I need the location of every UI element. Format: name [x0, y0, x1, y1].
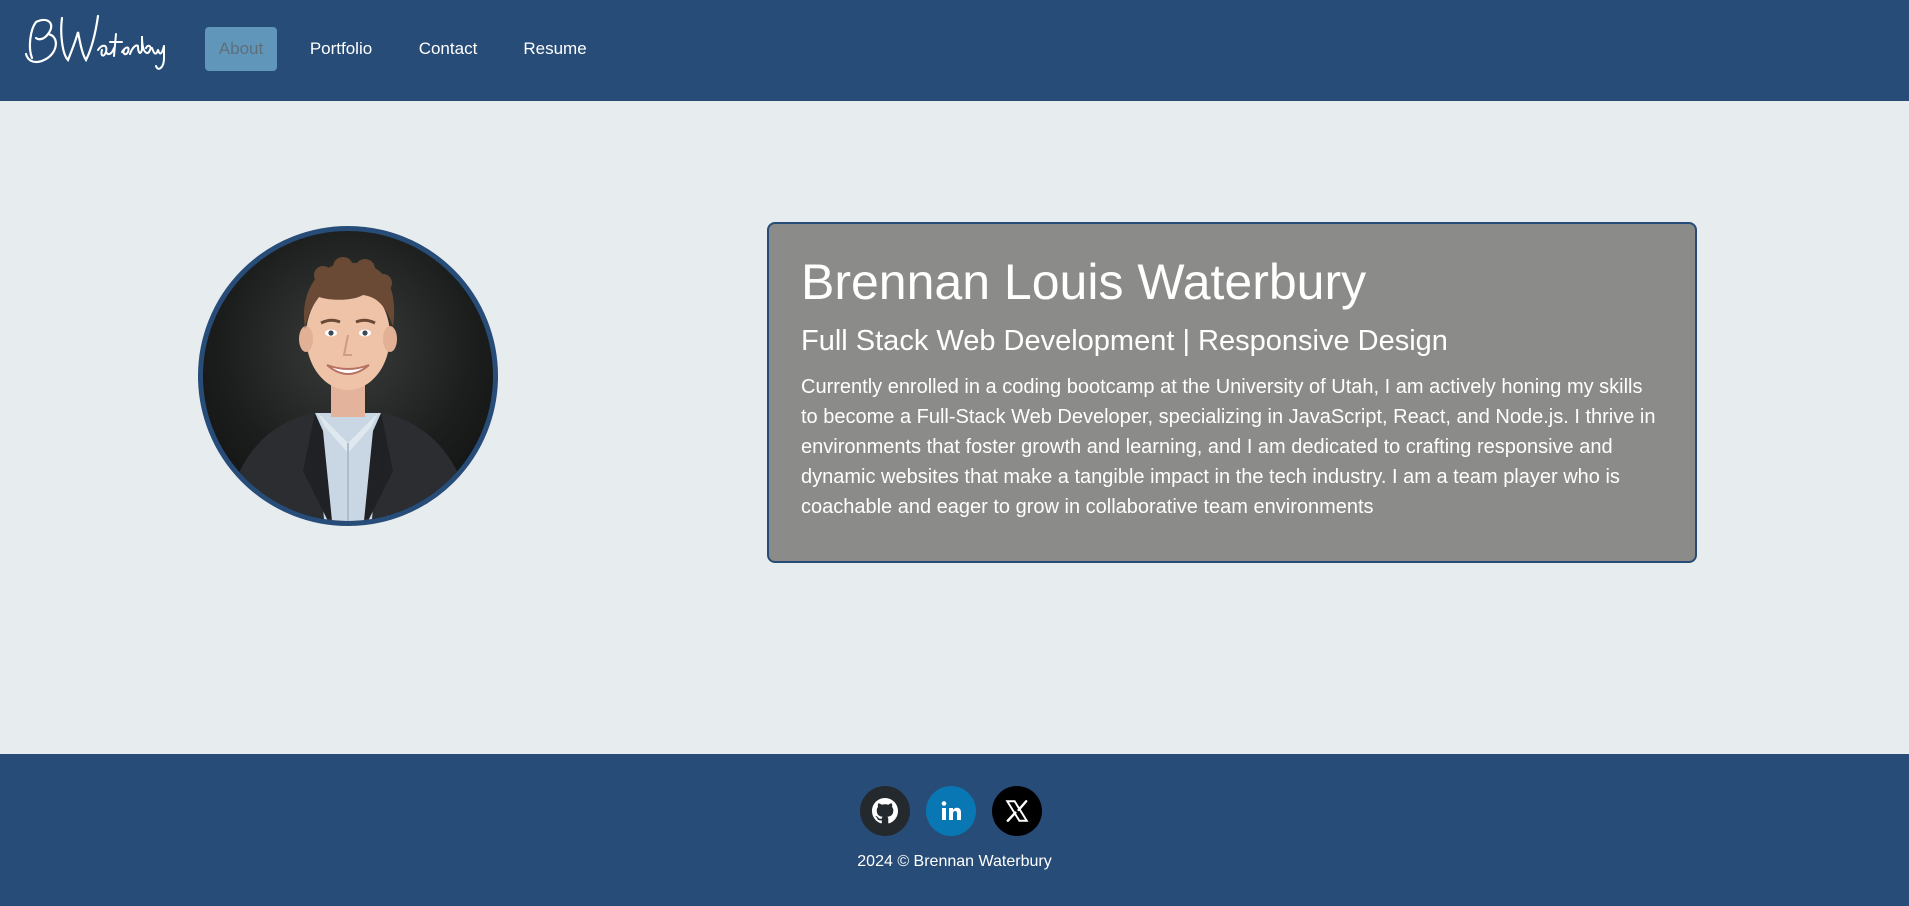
profile-bio: Currently enrolled in a coding bootcamp …	[801, 376, 1656, 518]
github-icon	[872, 798, 898, 824]
copyright-text: 2024 © Brennan Waterbury	[857, 853, 1052, 870]
nav-about[interactable]: About	[205, 27, 277, 71]
profile-name: Brennan Louis Waterbury	[801, 254, 1367, 310]
nav-contact[interactable]: Contact	[404, 27, 492, 71]
x-icon	[1005, 800, 1029, 822]
nav-portfolio[interactable]: Portfolio	[300, 27, 382, 71]
x-link[interactable]	[992, 786, 1042, 836]
linkedin-icon	[941, 801, 961, 820]
brand-logo[interactable]	[18, 10, 193, 76]
about-card: Brennan Louis Waterbury Full Stack Web D…	[767, 222, 1697, 563]
profile-tagline: Full Stack Web Development | Responsive …	[801, 325, 1448, 357]
navbar: About Portfolio Contact Resume	[0, 0, 1909, 101]
profile-photo	[198, 226, 498, 526]
linkedin-link[interactable]	[926, 786, 976, 836]
nav-resume[interactable]: Resume	[512, 27, 598, 71]
github-link[interactable]	[860, 786, 910, 836]
